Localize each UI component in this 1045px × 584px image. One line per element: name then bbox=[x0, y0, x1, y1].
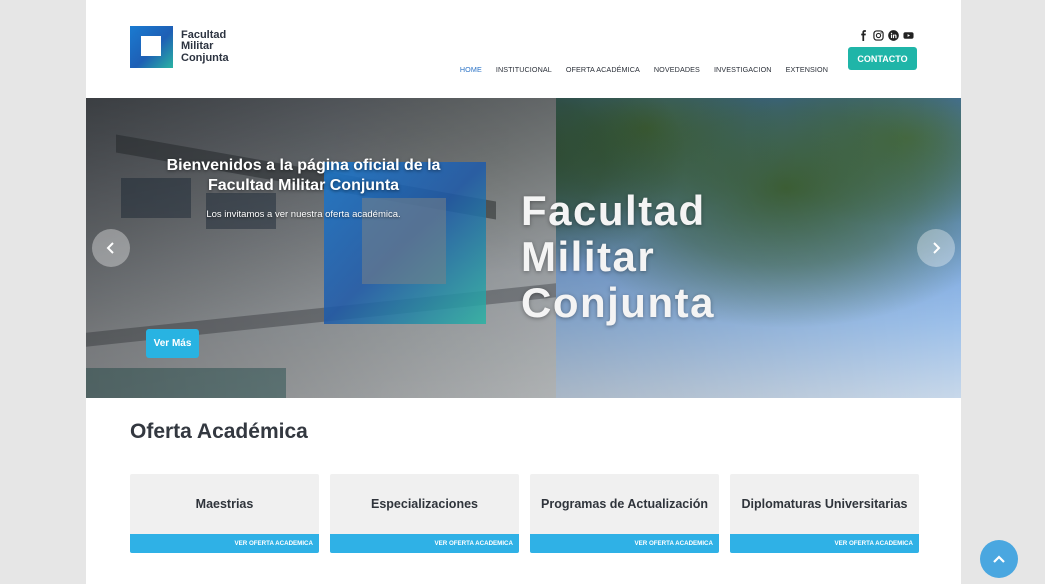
hero-slider: Bienvenidos a la página oficial de la Fa… bbox=[86, 98, 961, 398]
logo-text: Facultad Militar Conjunta bbox=[181, 29, 229, 65]
ver-mas-button[interactable]: Ver Más bbox=[146, 329, 199, 358]
card-title: Diplomaturas Universitarias bbox=[741, 497, 908, 511]
card-title: Especializaciones bbox=[370, 497, 478, 511]
facebook-icon[interactable] bbox=[858, 30, 869, 41]
page: Facultad Militar Conjunta CONTACTO HOME … bbox=[86, 0, 961, 584]
youtube-icon[interactable] bbox=[903, 30, 914, 41]
nav-novedades[interactable]: NOVEDADES bbox=[654, 65, 700, 74]
scroll-to-top-button[interactable] bbox=[980, 540, 1018, 578]
hero-title: Bienvenidos a la página oficial de la Fa… bbox=[166, 157, 441, 194]
main-nav: HOME INSTITUCIONAL OFERTA ACADÉMICA NOVE… bbox=[460, 65, 828, 74]
chevron-left-icon bbox=[106, 242, 114, 254]
chevron-right-icon bbox=[933, 242, 941, 254]
instagram-icon[interactable] bbox=[873, 30, 884, 41]
logo-line-3: Conjunta bbox=[181, 51, 229, 64]
card-maestrias[interactable]: Maestrias VER OFERTA ACADEMICA bbox=[130, 474, 319, 553]
card-title: Programas de Actualización bbox=[541, 497, 708, 511]
nav-extension[interactable]: EXTENSION bbox=[786, 65, 828, 74]
hero-brand-line-3: Conjunta bbox=[521, 279, 715, 326]
card-link[interactable]: VER OFERTA ACADEMICA bbox=[730, 534, 919, 553]
card-especializaciones[interactable]: Especializaciones VER OFERTA ACADEMICA bbox=[330, 474, 519, 553]
nav-investigacion[interactable]: INVESTIGACION bbox=[714, 65, 772, 74]
card-diplomaturas[interactable]: Diplomaturas Universitarias VER OFERTA A… bbox=[730, 474, 919, 553]
card-link[interactable]: VER OFERTA ACADEMICA bbox=[330, 534, 519, 553]
hero-brand-line-2: Militar bbox=[521, 233, 656, 280]
hero-brand-line-1: Facultad bbox=[521, 187, 706, 234]
oferta-section-title: Oferta Académica bbox=[130, 420, 308, 443]
chevron-up-icon bbox=[993, 555, 1005, 563]
social-links bbox=[858, 30, 914, 41]
contact-button[interactable]: CONTACTO bbox=[848, 47, 917, 70]
slider-prev-button[interactable] bbox=[92, 229, 130, 267]
hero-subtitle: Los invitamos a ver nuestra oferta acadé… bbox=[206, 209, 401, 220]
card-title: Maestrias bbox=[195, 497, 254, 511]
logo-mark-icon bbox=[130, 26, 173, 68]
hero-brand-text: Facultad Militar Conjunta bbox=[521, 188, 715, 326]
site-logo[interactable]: Facultad Militar Conjunta bbox=[130, 26, 229, 68]
nav-home[interactable]: HOME bbox=[460, 65, 482, 74]
slider-next-button[interactable] bbox=[917, 229, 955, 267]
nav-institucional[interactable]: INSTITUCIONAL bbox=[496, 65, 552, 74]
oferta-cards: Maestrias VER OFERTA ACADEMICA Especiali… bbox=[130, 474, 919, 553]
linkedin-icon[interactable] bbox=[888, 30, 899, 41]
card-link[interactable]: VER OFERTA ACADEMICA bbox=[530, 534, 719, 553]
card-link[interactable]: VER OFERTA ACADEMICA bbox=[130, 534, 319, 553]
nav-oferta-academica[interactable]: OFERTA ACADÉMICA bbox=[566, 65, 640, 74]
card-programas-actualizacion[interactable]: Programas de Actualización VER OFERTA AC… bbox=[530, 474, 719, 553]
